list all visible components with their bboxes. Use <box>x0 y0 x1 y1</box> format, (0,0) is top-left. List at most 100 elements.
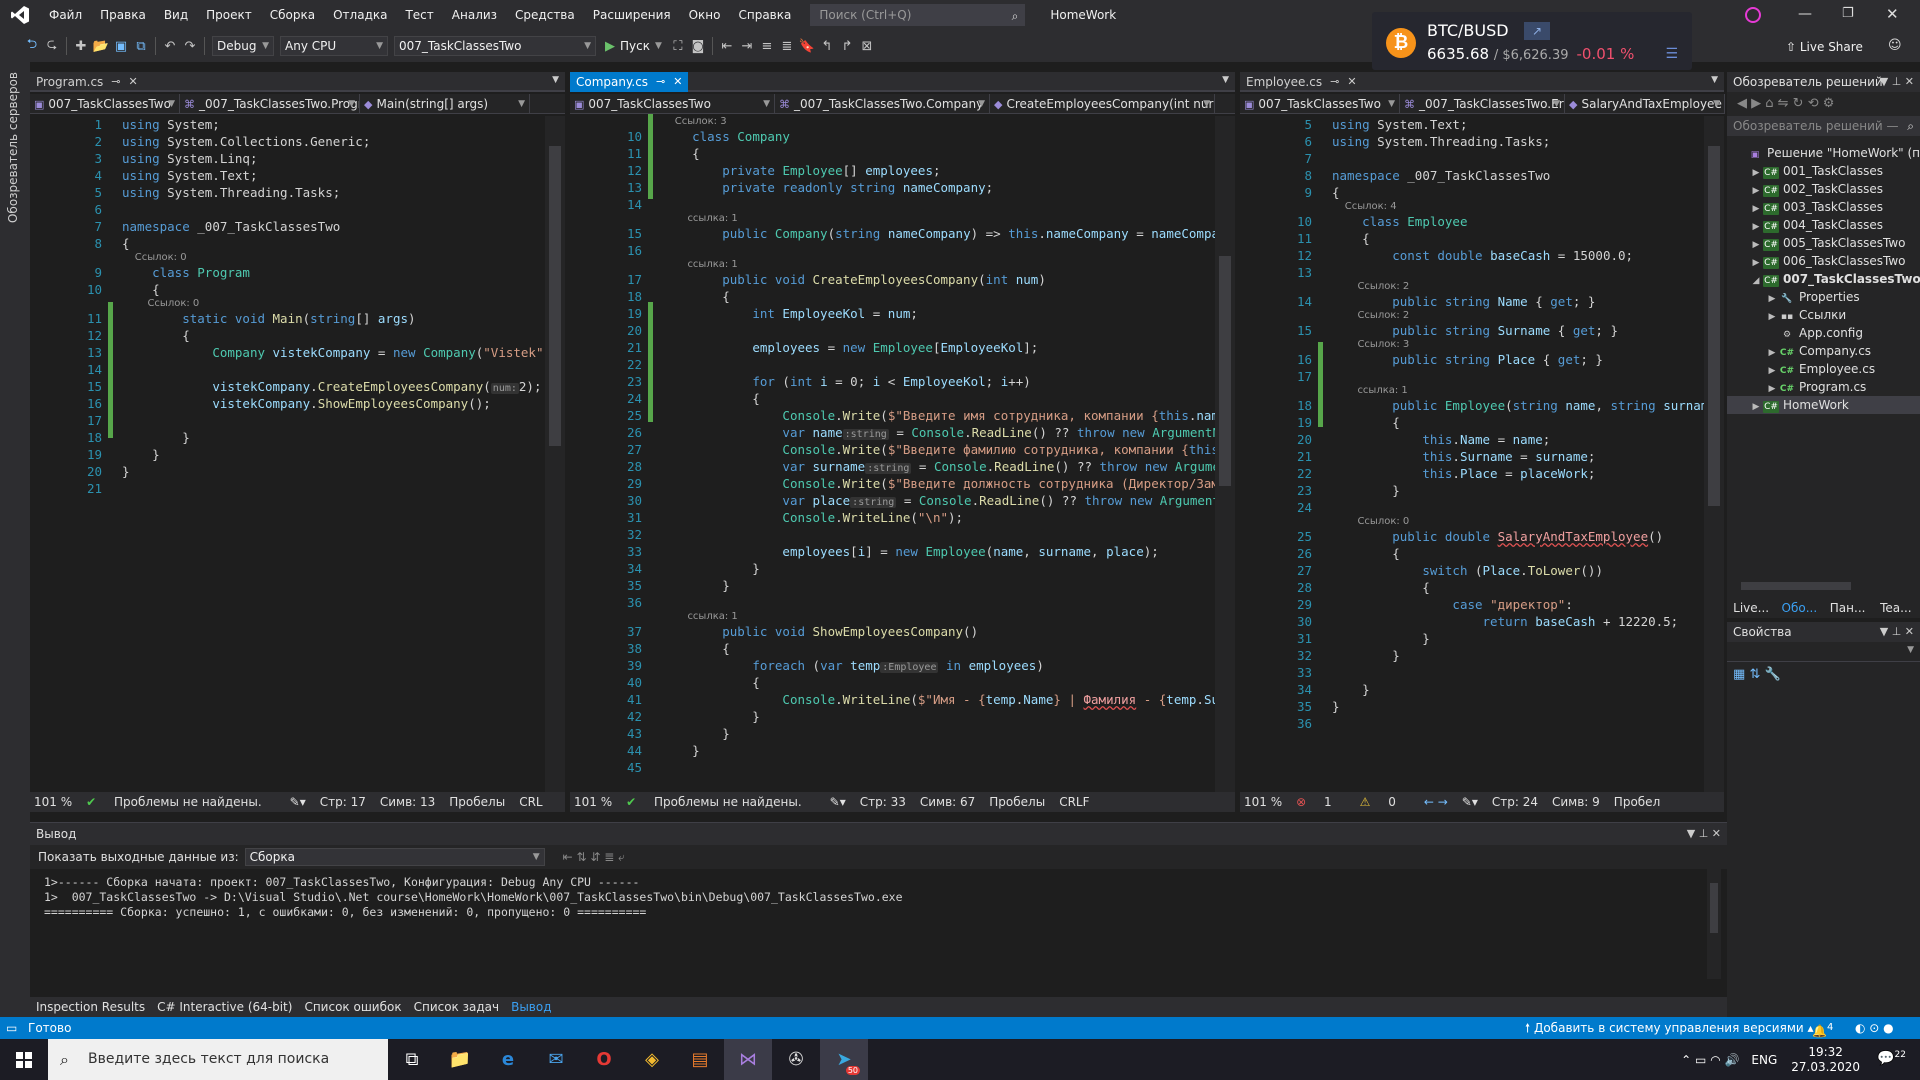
zoom-level[interactable]: 101 % <box>574 795 612 809</box>
tree-node[interactable]: ▶ C# 005_TaskClassesTwo <box>1727 234 1920 252</box>
trend-chart-icon[interactable]: ↗ <box>1524 22 1550 40</box>
minimize-icon[interactable]: — <box>1798 6 1812 22</box>
pin-icon[interactable]: ⊸ <box>1330 72 1339 92</box>
whitespace-mode[interactable]: Пробелы <box>449 795 505 809</box>
mail-icon[interactable]: ✉ <box>532 1039 580 1080</box>
line-ending[interactable]: CRL <box>519 795 542 809</box>
save-all-icon[interactable]: ⧉ <box>131 39 151 54</box>
panel-controls-icon[interactable]: ▼ ⊥ ✕ <box>1880 622 1914 642</box>
menu-item[interactable]: Тест <box>396 0 442 30</box>
add-to-source-control-button[interactable]: 🠕 Добавить в систему управления версиями… <box>1525 1017 1814 1039</box>
codelens-references[interactable]: ссылка: 1 <box>570 611 1235 623</box>
zoom-level[interactable]: 101 % <box>34 795 72 809</box>
file-explorer-icon[interactable]: 📁 <box>436 1039 484 1080</box>
codelens-references[interactable]: Ссылок: 2 <box>1240 310 1724 322</box>
pin-icon[interactable]: ⊸ <box>111 72 120 92</box>
warnings-indicator[interactable]: ⚠ 0 <box>1360 795 1410 809</box>
tree-node[interactable]: ▶ C# Employee.cs <box>1727 360 1920 378</box>
clock[interactable]: 19:32 27.03.2020 <box>1791 1045 1860 1075</box>
back-icon[interactable]: ⮌ <box>22 35 42 57</box>
restore-icon[interactable]: ❐ <box>1842 6 1854 21</box>
line-ending[interactable]: CRLF <box>1059 795 1089 809</box>
menu-item[interactable]: Файл <box>40 0 91 30</box>
tree-node[interactable]: ▶ C# 002_TaskClasses <box>1727 180 1920 198</box>
codelens-references[interactable]: Ссылок: 2 <box>1240 281 1724 293</box>
redo-icon[interactable]: ↷ <box>180 39 200 54</box>
properties-object-combo[interactable]: ▼ <box>1727 642 1920 662</box>
close-tab-icon[interactable]: ✕ <box>1347 72 1356 92</box>
output-tool-icons[interactable]: ⇤ ⇅ ⇵ ≣ ⤶ <box>563 845 625 869</box>
tree-node[interactable]: ▶ 🔧 Properties <box>1727 288 1920 306</box>
menu-item[interactable]: Окно <box>680 0 730 30</box>
quick-search-input[interactable]: Поиск (Ctrl+Q) ⌕ <box>810 4 1026 26</box>
codelens-references[interactable]: ссылка: 1 <box>570 259 1235 271</box>
open-file-icon[interactable]: 📂 <box>91 39 111 54</box>
problems-indicator[interactable]: ✔ Проблемы не найдены. <box>86 795 276 809</box>
vertical-scrollbar[interactable] <box>1704 116 1724 792</box>
close-window-icon[interactable]: ✕ <box>1886 5 1899 23</box>
tree-node[interactable]: ▶ C# 004_TaskClasses <box>1727 216 1920 234</box>
nav-combo-1[interactable]: ⌘ _007_TaskClassesTwo.Er ▼ <box>1400 94 1565 114</box>
scrollbar-thumb[interactable] <box>1219 256 1231 486</box>
nav-combo-2[interactable]: ◆ Main(string[] args) ▼ <box>360 94 530 114</box>
undo-icon[interactable]: ↶ <box>160 39 180 54</box>
startup-project-combo[interactable]: 007_TaskClassesTwo ▼ <box>394 36 596 56</box>
prev-bookmark-icon[interactable]: ↰ <box>817 39 837 54</box>
whitespace-mode[interactable]: Пробел <box>1614 795 1660 809</box>
close-tab-icon[interactable]: ✕ <box>129 72 138 92</box>
panel-controls-icon[interactable]: ▼ ⊥ ✕ <box>1687 823 1721 845</box>
code-editor[interactable]: 5 using System.Text; 6 using System.Threadi… <box>1240 116 1724 792</box>
panel-tab[interactable]: Live... <box>1727 598 1775 618</box>
windows-start-icon[interactable] <box>0 1039 48 1080</box>
codelens-references[interactable]: ссылка: 1 <box>1240 385 1724 397</box>
codelens-references[interactable]: Ссылок: 0 <box>1240 516 1724 528</box>
winrar-icon[interactable]: ▤ <box>676 1039 724 1080</box>
indent-icon[interactable]: ≡ <box>757 39 777 54</box>
tab-program[interactable]: Program.cs ⊸ ✕ <box>30 72 144 92</box>
tree-node[interactable]: ⚙ App.config <box>1727 324 1920 342</box>
nav-icon[interactable]: ⇤ <box>717 39 737 54</box>
forward-icon[interactable]: ⮎ <box>42 35 62 57</box>
tray-icons[interactable]: ⌃ ▭ ◠ 🔊 <box>1681 1053 1739 1067</box>
nav2-icon[interactable]: ⇥ <box>737 39 757 54</box>
menu-item[interactable]: Справка <box>729 0 800 30</box>
next-bookmark-icon[interactable]: ↱ <box>837 39 857 54</box>
attach-icon[interactable]: ⛶ <box>668 39 688 54</box>
clear-bookmark-icon[interactable]: ⊠ <box>857 39 877 54</box>
bottom-tab[interactable]: Inspection Results <box>30 1000 151 1014</box>
zoom-level[interactable]: 101 % <box>1244 795 1282 809</box>
action-center-icon[interactable]: 💬22 <box>1877 1050 1906 1067</box>
panel-tab[interactable]: Пан... <box>1824 598 1872 618</box>
tree-node[interactable]: ▶ C# Program.cs <box>1727 378 1920 396</box>
opera-icon[interactable]: O <box>580 1039 628 1080</box>
platform-combo[interactable]: Any CPU ▼ <box>280 36 388 56</box>
visual-studio-taskbar-icon[interactable]: ⋈ <box>724 1039 772 1080</box>
tab-overflow-icon[interactable]: ▼ <box>1222 75 1229 85</box>
edge-browser-icon[interactable]: e <box>484 1039 532 1080</box>
tree-node[interactable]: ▣ Решение "HomeWork" (про <box>1727 144 1920 162</box>
tree-node[interactable]: ▶ C# 003_TaskClasses <box>1727 198 1920 216</box>
menu-item[interactable]: Средства <box>506 0 584 30</box>
panel-tab[interactable]: Tea... <box>1872 598 1920 618</box>
bottom-tab[interactable]: Вывод <box>505 1000 557 1014</box>
scrollbar-thumb[interactable] <box>549 146 561 446</box>
codelens-references[interactable]: Ссылок: 3 <box>1240 339 1724 351</box>
menu-item[interactable]: Проект <box>197 0 261 30</box>
bottom-tab[interactable]: C# Interactive (64-bit) <box>151 1000 298 1014</box>
screenshot-icon[interactable]: ◙ <box>688 39 708 54</box>
nav-combo-2[interactable]: ◆ CreateEmployeesCompany(int nur ▼ <box>990 94 1215 114</box>
configuration-combo[interactable]: Debug ▼ <box>212 36 274 56</box>
save-icon[interactable]: ▣ <box>111 39 131 54</box>
solution-search-input[interactable]: Обозреватель решений — ⌕ <box>1727 116 1920 136</box>
tab-overflow-icon[interactable]: ▼ <box>1711 75 1718 85</box>
tab-company[interactable]: Company.cs ⊸ ✕ <box>570 72 689 92</box>
nav-combo-0[interactable]: ▣ 007_TaskClassesTwo ▼ <box>1240 94 1400 114</box>
categorized-icon[interactable]: ▦ <box>1733 667 1745 682</box>
alphabetical-icon[interactable]: ⇅ <box>1749 667 1760 682</box>
tab-employee[interactable]: Employee.cs ⊸ ✕ <box>1240 72 1363 92</box>
bottom-tab[interactable]: Список ошибок <box>298 1000 407 1014</box>
horizontal-scrollbar[interactable] <box>1727 578 1920 594</box>
tree-node[interactable]: ▶ C# 001_TaskClasses <box>1727 162 1920 180</box>
vertical-scrollbar[interactable] <box>1215 116 1235 792</box>
problems-indicator[interactable]: ✔ Проблемы не найдены. <box>626 795 816 809</box>
